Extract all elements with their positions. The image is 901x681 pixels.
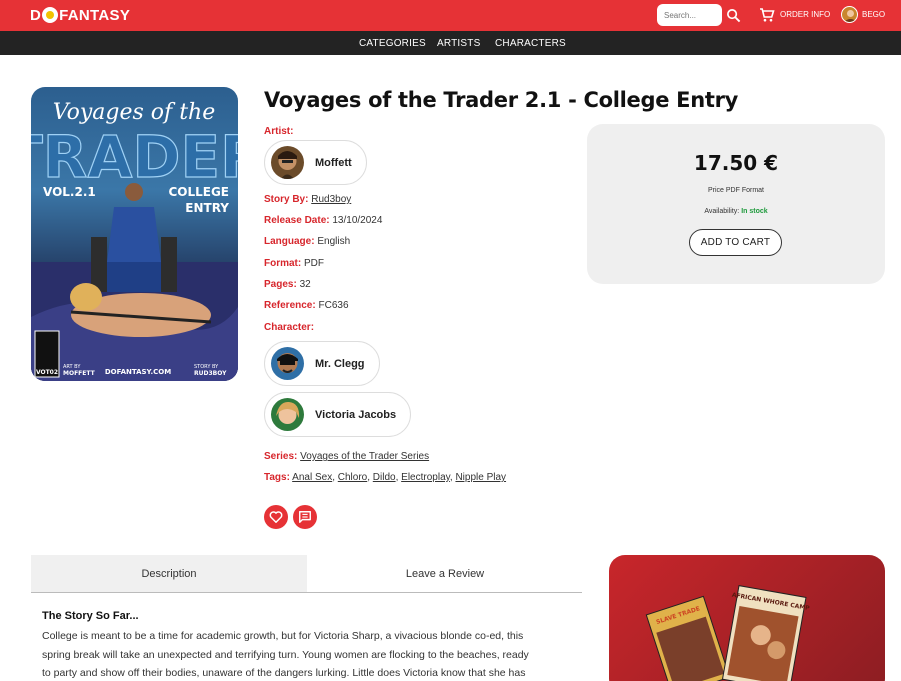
nav-categories[interactable]: CATEGORIES: [359, 38, 426, 49]
tag-separator: ,: [449, 472, 453, 483]
user-avatar[interactable]: [841, 6, 858, 23]
favorite-button[interactable]: [264, 505, 288, 529]
nav-artists[interactable]: ARTISTS: [437, 38, 480, 49]
tag-link[interactable]: Nipple Play: [455, 472, 506, 483]
story-by-link[interactable]: Rud3boy: [311, 194, 351, 205]
character-chip[interactable]: Mr. Clegg: [264, 341, 380, 386]
cover-art-by: MOFFETT: [63, 370, 96, 377]
character-chip[interactable]: Victoria Jacobs: [264, 392, 412, 437]
cover-vol: VOL.2.1: [43, 185, 96, 199]
page-title: Voyages of the Trader 2.1 - College Entr…: [264, 88, 739, 112]
language-value: English: [317, 236, 351, 247]
logo-text: FANTASY: [59, 6, 131, 24]
comment-icon: [299, 511, 311, 523]
add-to-cart-button[interactable]: ADD TO CART: [689, 229, 782, 256]
format-label: Format:: [264, 258, 302, 269]
availability-status: In stock: [741, 208, 768, 215]
release-date-value: 13/10/2024: [332, 215, 383, 226]
tags-label: Tags:: [264, 472, 290, 483]
logo-letter: D: [30, 6, 42, 24]
order-info-link[interactable]: ORDER INFO: [780, 10, 830, 19]
description-line: to party and show off their bodies, unaw…: [42, 667, 526, 679]
product-tabs: Description Leave a Review: [31, 555, 582, 593]
pages-label: Pages:: [264, 279, 297, 290]
character-avatar: [271, 398, 304, 431]
series-row: Series: Voyages of the Trader Series: [264, 451, 429, 462]
story-by-label: Story By:: [264, 194, 309, 205]
story-by-row: Story By: Rud3boy: [264, 194, 351, 205]
format-row: Format: PDF: [264, 258, 324, 269]
price-note: Price PDF Format: [707, 187, 764, 194]
character-avatar: [271, 347, 304, 380]
cart-icon[interactable]: [759, 7, 775, 23]
promo-comics-image: SLAVE TRADE AFRICAN WHORE CAMP: [645, 585, 811, 681]
cover-title-line2: TRADER: [31, 123, 238, 191]
logo-o-icon: [42, 7, 59, 23]
reference-label: Reference:: [264, 300, 316, 311]
cover-site: DOFANTASY.COM: [105, 368, 171, 376]
description-heading: The Story So Far...: [42, 610, 139, 622]
tag-separator: ,: [332, 472, 335, 483]
comment-button[interactable]: [293, 505, 317, 529]
artist-name: Moffett: [315, 156, 352, 169]
description-line: spring break will take an unexpected and…: [42, 648, 529, 661]
artist-label-row: Artist:: [264, 126, 293, 137]
cover-art: Voyages of the TRADER VOL.2.1 COLLEGE EN…: [31, 100, 238, 381]
promo-banner[interactable]: SLAVE TRADE AFRICAN WHORE CAMP: [609, 555, 885, 681]
cover-sub1: COLLEGE: [168, 185, 229, 199]
pages-value: 32: [299, 279, 311, 290]
search-input[interactable]: [657, 4, 722, 26]
tag-link[interactable]: Electroplay: [401, 472, 450, 483]
language-label: Language:: [264, 236, 315, 247]
character-name: Victoria Jacobs: [315, 408, 397, 421]
tab-leave-review[interactable]: Leave a Review: [307, 555, 583, 592]
reference-value: FC636: [318, 300, 349, 311]
reference-row: Reference: FC636: [264, 300, 349, 311]
series-label: Series:: [264, 451, 298, 462]
description-text: College is meant to be a time for academ…: [42, 627, 562, 681]
series-link[interactable]: Voyages of the Trader Series: [300, 451, 429, 462]
artist-avatar: [271, 146, 304, 179]
tab-description[interactable]: Description: [31, 555, 307, 592]
search-icon[interactable]: [726, 8, 741, 23]
cover-title-line1: Voyages of the: [53, 100, 215, 125]
artist-label: Artist:: [264, 126, 294, 137]
price-value: 17.50 €: [693, 151, 779, 175]
pages-row: Pages: 32: [264, 279, 311, 290]
availability-label: Availability:: [704, 208, 740, 215]
release-date-label: Release Date:: [264, 215, 330, 226]
tag-link[interactable]: Chloro: [338, 472, 367, 483]
availability: Availability: In stock: [587, 208, 885, 215]
language-row: Language: English: [264, 236, 350, 247]
price-box: 17.50 € Price PDF Format Availability: I…: [587, 124, 885, 284]
format-value: PDF: [304, 258, 325, 269]
cover-sub2: ENTRY: [185, 201, 229, 215]
user-name[interactable]: BEGO: [862, 10, 885, 19]
tag-separator: ,: [395, 472, 399, 483]
product-cover-image[interactable]: Voyages of the TRADER VOL.2.1 COLLEGE EN…: [31, 87, 238, 381]
tag-link[interactable]: Anal Sex: [292, 472, 332, 483]
tag-separator: ,: [367, 472, 371, 483]
site-logo[interactable]: D FANTASY: [30, 5, 130, 25]
cover-code: VOT02: [36, 369, 58, 376]
description-line: College is meant to be a time for academ…: [42, 630, 524, 642]
category-nav: CATEGORIES ARTISTS CHARACTERS: [0, 31, 901, 55]
artist-chip[interactable]: Moffett: [264, 140, 367, 185]
character-name: Mr. Clegg: [315, 357, 365, 370]
heart-icon: [269, 511, 283, 523]
cover-story-by: RUD3BOY: [194, 370, 227, 377]
character-label-row: Character:: [264, 322, 314, 333]
character-label: Character:: [264, 322, 315, 333]
release-date-row: Release Date: 13/10/2024: [264, 215, 382, 226]
nav-characters[interactable]: CHARACTERS: [495, 38, 566, 49]
tags-row: Tags: Anal Sex, Chloro, Dildo, Electropl…: [264, 472, 506, 483]
tag-link[interactable]: Dildo: [373, 472, 396, 483]
top-bar: D FANTASY ORDER INFO BEGO: [0, 0, 901, 31]
